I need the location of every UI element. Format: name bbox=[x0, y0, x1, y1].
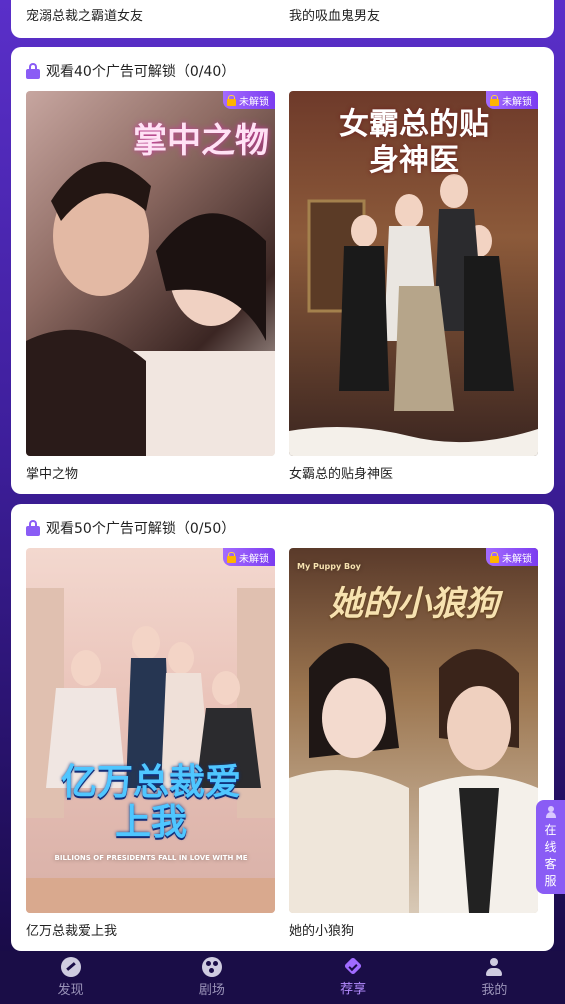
customer-service-button[interactable]: 在 线 客 服 bbox=[536, 800, 565, 894]
section-header: 观看40个广告可解锁（0/40） bbox=[26, 61, 235, 81]
drama-poster[interactable]: 她的小狼狗 My Puppy Boy 未解锁 bbox=[289, 548, 538, 913]
locked-badge: 未解锁 bbox=[486, 548, 538, 566]
nav-profile[interactable]: 我的 bbox=[424, 951, 565, 1004]
discover-icon bbox=[60, 957, 81, 977]
nav-label: 荐享 bbox=[340, 982, 367, 997]
poster-title-art: 女霸总的贴身神医 bbox=[339, 107, 489, 178]
previous-section-card: 宠溺总裁之霸道女友 我的吸血鬼男友 bbox=[11, 0, 554, 38]
unlock-section-40: 观看40个广告可解锁（0/40） 掌中之物 未解锁 女霸总的贴身神医 未解锁 掌… bbox=[11, 47, 554, 494]
drama-title[interactable]: 她的小狼狗 bbox=[289, 920, 354, 939]
locked-badge: 未解锁 bbox=[223, 91, 275, 109]
lock-icon bbox=[490, 94, 499, 106]
poster-subtitle-art: BILLIONS OF PRESIDENTS FALL IN LOVE WITH… bbox=[54, 854, 248, 862]
theater-icon bbox=[201, 957, 222, 977]
lock-icon bbox=[490, 551, 499, 563]
nav-discover[interactable]: 发现 bbox=[0, 951, 141, 1004]
poster-subtitle-art: My Puppy Boy bbox=[297, 562, 361, 571]
drama-poster[interactable]: 女霸总的贴身神医 未解锁 bbox=[289, 91, 538, 456]
poster-title-art: 亿万总裁爱上我 bbox=[60, 762, 241, 843]
lock-icon bbox=[26, 63, 40, 79]
locked-badge: 未解锁 bbox=[223, 548, 275, 566]
bottom-nav: 发现 剧场 荐享 我的 bbox=[0, 951, 565, 1004]
unlock-section-50: 观看50个广告可解锁（0/50） 亿万总裁爱上我 BILLIONS OF PRE… bbox=[11, 504, 554, 951]
drama-poster[interactable]: 亿万总裁爱上我 BILLIONS OF PRESIDENTS FALL IN L… bbox=[26, 548, 275, 913]
drama-poster[interactable]: 掌中之物 未解锁 bbox=[26, 91, 275, 456]
drama-title[interactable]: 宠溺总裁之霸道女友 bbox=[26, 5, 143, 24]
locked-badge: 未解锁 bbox=[486, 91, 538, 109]
section-title: 观看50个广告可解锁（0/50） bbox=[46, 521, 236, 537]
drama-title[interactable]: 女霸总的贴身神医 bbox=[289, 463, 393, 482]
nav-recommend[interactable]: 荐享 bbox=[283, 951, 424, 1004]
poster-title-art: 掌中之物 bbox=[133, 121, 269, 161]
nav-label: 我的 bbox=[481, 983, 508, 998]
drama-title[interactable]: 掌中之物 bbox=[26, 463, 78, 482]
lock-icon bbox=[227, 551, 236, 563]
customer-service-icon bbox=[545, 806, 557, 818]
drama-title[interactable]: 我的吸血鬼男友 bbox=[289, 5, 380, 24]
section-header: 观看50个广告可解锁（0/50） bbox=[26, 518, 235, 538]
nav-label: 剧场 bbox=[198, 983, 225, 998]
lock-icon bbox=[227, 94, 236, 106]
drama-title[interactable]: 亿万总裁爱上我 bbox=[26, 920, 117, 939]
recommend-icon bbox=[343, 958, 363, 976]
section-title: 观看40个广告可解锁（0/40） bbox=[46, 64, 236, 80]
lock-icon bbox=[26, 520, 40, 536]
poster-title-art: 她的小狼狗 bbox=[329, 584, 499, 624]
nav-label: 发现 bbox=[57, 983, 84, 998]
profile-icon bbox=[484, 957, 504, 977]
nav-theater[interactable]: 剧场 bbox=[141, 951, 282, 1004]
